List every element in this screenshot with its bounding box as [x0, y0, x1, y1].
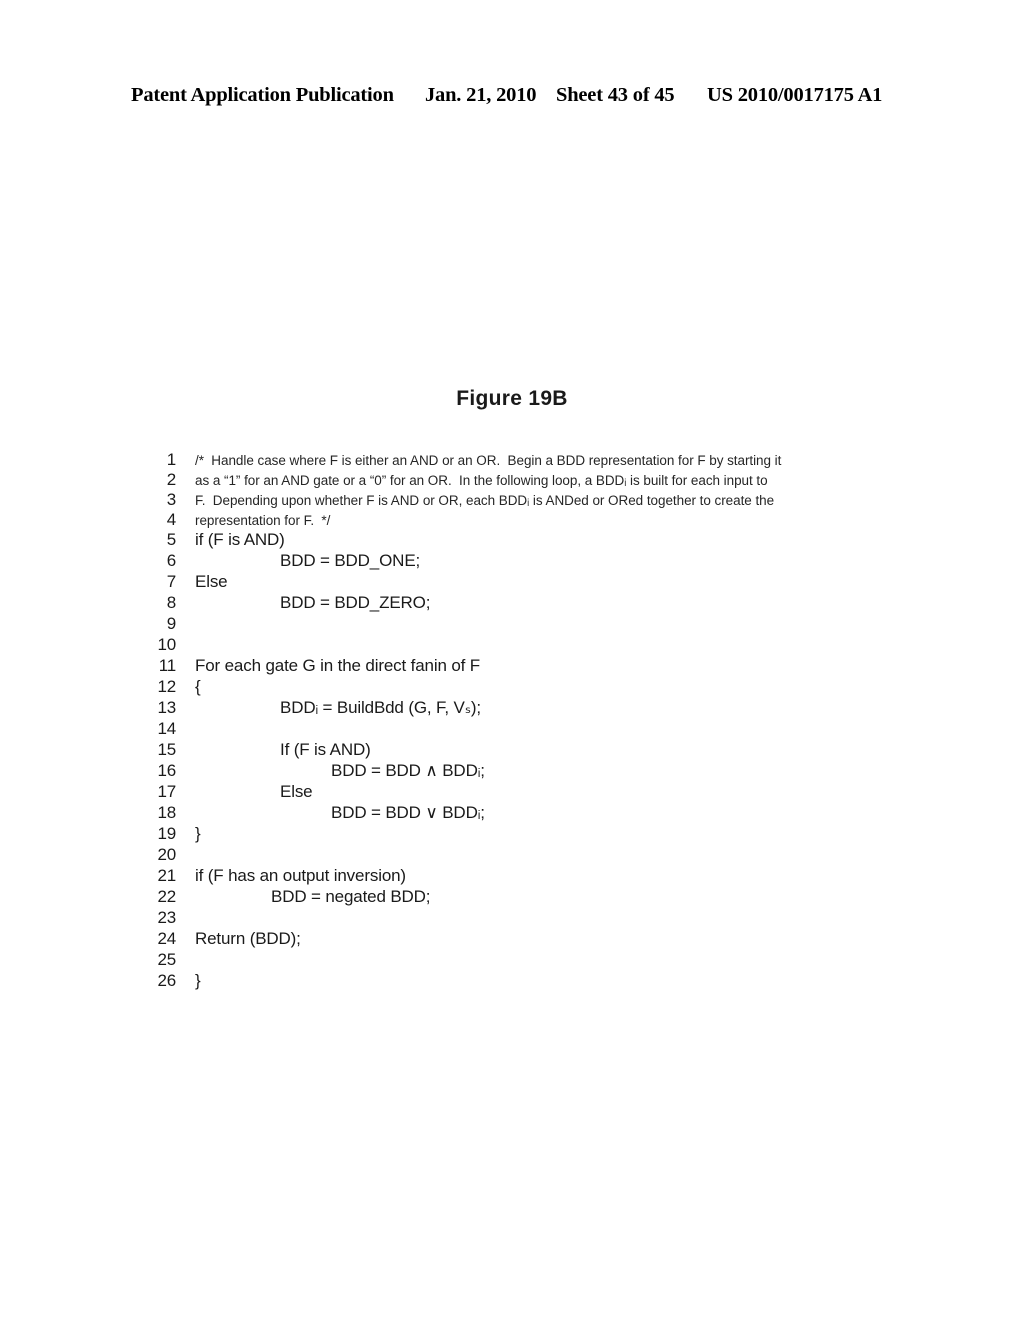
code-line: 2 as a “1” for an AND gate or a “0” for … [140, 470, 900, 490]
line-number: 13 [157, 698, 176, 717]
figure-caption: Figure 19B [456, 387, 568, 410]
header-patent-number: US 2010/0017175 A1 [707, 84, 883, 106]
code-line: 15 If (F is AND) [140, 740, 900, 761]
code-line: 19 } [140, 824, 900, 845]
line-content: if (F is AND) [195, 530, 285, 549]
line-content: as a “1” for an AND gate or a “0” for an… [195, 473, 768, 488]
line-number: 9 [166, 614, 176, 633]
code-line: 11 For each gate G in the direct fanin o… [140, 656, 900, 677]
line-content: Else [195, 572, 228, 591]
code-line: 9 [140, 614, 900, 635]
line-content: if (F has an output inversion) [195, 866, 406, 885]
line-content: BDD = BDD ∧ BDDᵢ; [331, 761, 485, 780]
code-line: 10 [140, 635, 900, 656]
line-content: BDD = BDD_ONE; [280, 551, 421, 570]
line-number: 12 [157, 677, 176, 696]
line-number: 1 [166, 450, 176, 469]
code-line: 26 } [140, 971, 900, 992]
line-content: } [195, 971, 201, 990]
line-number: 7 [166, 572, 176, 591]
code-line: 17 Else [140, 782, 900, 803]
pseudocode-listing: 1 /* Handle case where F is either an AN… [140, 450, 900, 992]
code-line: 4 representation for F. */ [140, 510, 900, 530]
line-content: /* Handle case where F is either an AND … [195, 453, 782, 468]
line-number: 2 [166, 470, 176, 489]
line-number: 15 [157, 740, 176, 759]
line-content: { [195, 677, 201, 696]
header-sheet-label: Sheet 43 of 45 [556, 84, 675, 106]
code-line: 13 BDDᵢ = BuildBdd (G, F, Vₛ); [140, 698, 900, 719]
line-number: 6 [166, 551, 176, 570]
header-date-label: Jan. 21, 2010 [425, 84, 537, 106]
header-publication-label: Patent Application Publication [131, 84, 394, 106]
line-number: 18 [157, 803, 176, 822]
line-number: 24 [157, 929, 176, 948]
line-content: } [195, 824, 201, 843]
code-line: 23 [140, 908, 900, 929]
line-number: 21 [157, 866, 176, 885]
line-number: 8 [166, 593, 176, 612]
line-number: 22 [157, 887, 176, 906]
code-line: 16 BDD = BDD ∧ BDDᵢ; [140, 761, 900, 782]
line-content: BDDᵢ = BuildBdd (G, F, Vₛ); [280, 698, 482, 717]
code-line: 25 [140, 950, 900, 971]
line-number: 5 [166, 530, 176, 549]
line-number: 26 [157, 971, 176, 990]
code-line: 1 /* Handle case where F is either an AN… [140, 450, 900, 470]
line-content: BDD = negated BDD; [271, 887, 431, 906]
line-number: 14 [157, 719, 176, 738]
code-line: 3 F. Depending upon whether F is AND or … [140, 490, 900, 510]
line-number: 4 [166, 510, 176, 529]
line-number: 20 [157, 845, 176, 864]
line-number: 10 [157, 635, 176, 654]
line-content: Return (BDD); [195, 929, 301, 948]
line-number: 11 [158, 656, 176, 675]
line-number: 3 [166, 490, 176, 509]
line-number: 16 [157, 761, 176, 780]
line-content: BDD = BDD_ZERO; [280, 593, 431, 612]
code-line: 8 BDD = BDD_ZERO; [140, 593, 900, 614]
line-content: BDD = BDD ∨ BDDᵢ; [331, 803, 485, 822]
code-line: 6 BDD = BDD_ONE; [140, 551, 900, 572]
line-number: 25 [157, 950, 176, 969]
line-content: F. Depending upon whether F is AND or OR… [195, 493, 775, 508]
line-number: 23 [157, 908, 176, 927]
line-content: If (F is AND) [280, 740, 371, 759]
code-line: 5 if (F is AND) [140, 530, 900, 551]
line-number: 17 [157, 782, 176, 801]
code-line: 20 [140, 845, 900, 866]
line-content: Else [280, 782, 313, 801]
code-line: 12 { [140, 677, 900, 698]
code-line: 18 BDD = BDD ∨ BDDᵢ; [140, 803, 900, 824]
line-number: 19 [157, 824, 176, 843]
code-line: 21 if (F has an output inversion) [140, 866, 900, 887]
line-content: For each gate G in the direct fanin of F [195, 656, 481, 675]
patent-page-header: Patent Application Publication Jan. 21, … [0, 84, 1024, 114]
code-line: 7 Else [140, 572, 900, 593]
code-line: 22 BDD = negated BDD; [140, 887, 900, 908]
code-line: 14 [140, 719, 900, 740]
line-content: representation for F. */ [195, 513, 331, 528]
code-line: 24 Return (BDD); [140, 929, 900, 950]
